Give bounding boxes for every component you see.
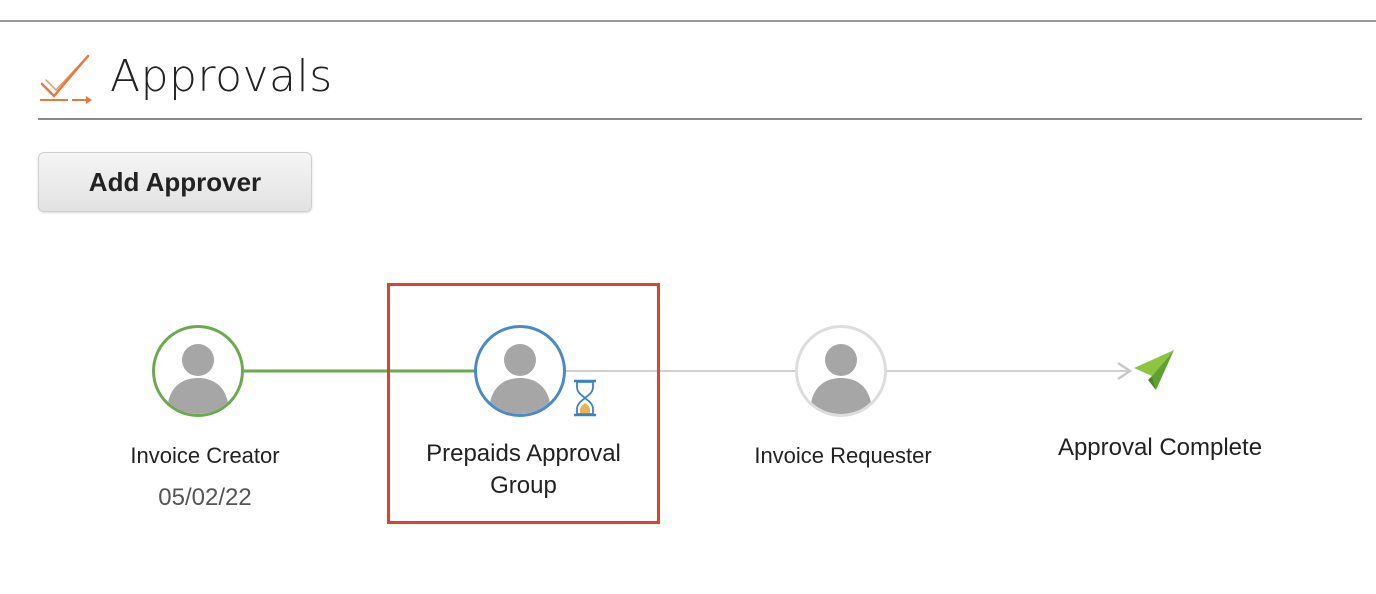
person-silhouette-icon [810, 344, 872, 414]
person-silhouette-icon [167, 344, 229, 414]
paper-plane-icon [1134, 350, 1174, 390]
step-label-invoice-requester: Invoice Requester [754, 443, 932, 468]
step-label-approval-complete: Approval Complete [1057, 434, 1263, 461]
avatar-invoice-requester [795, 325, 887, 417]
avatar-prepaids-approval-group [474, 325, 566, 417]
step-label-line1: Prepaids Approval [426, 440, 621, 467]
step-label-line2: Group [490, 472, 557, 499]
person-silhouette-icon [489, 344, 551, 414]
step-label-prepaids-approval-group: Prepaids Approval Group [387, 438, 660, 502]
step-label-invoice-creator: Invoice Creator [130, 443, 280, 468]
avatar-invoice-creator [152, 325, 244, 417]
hourglass-icon [574, 379, 596, 417]
step-date-invoice-creator: 05/02/22 [158, 484, 252, 511]
